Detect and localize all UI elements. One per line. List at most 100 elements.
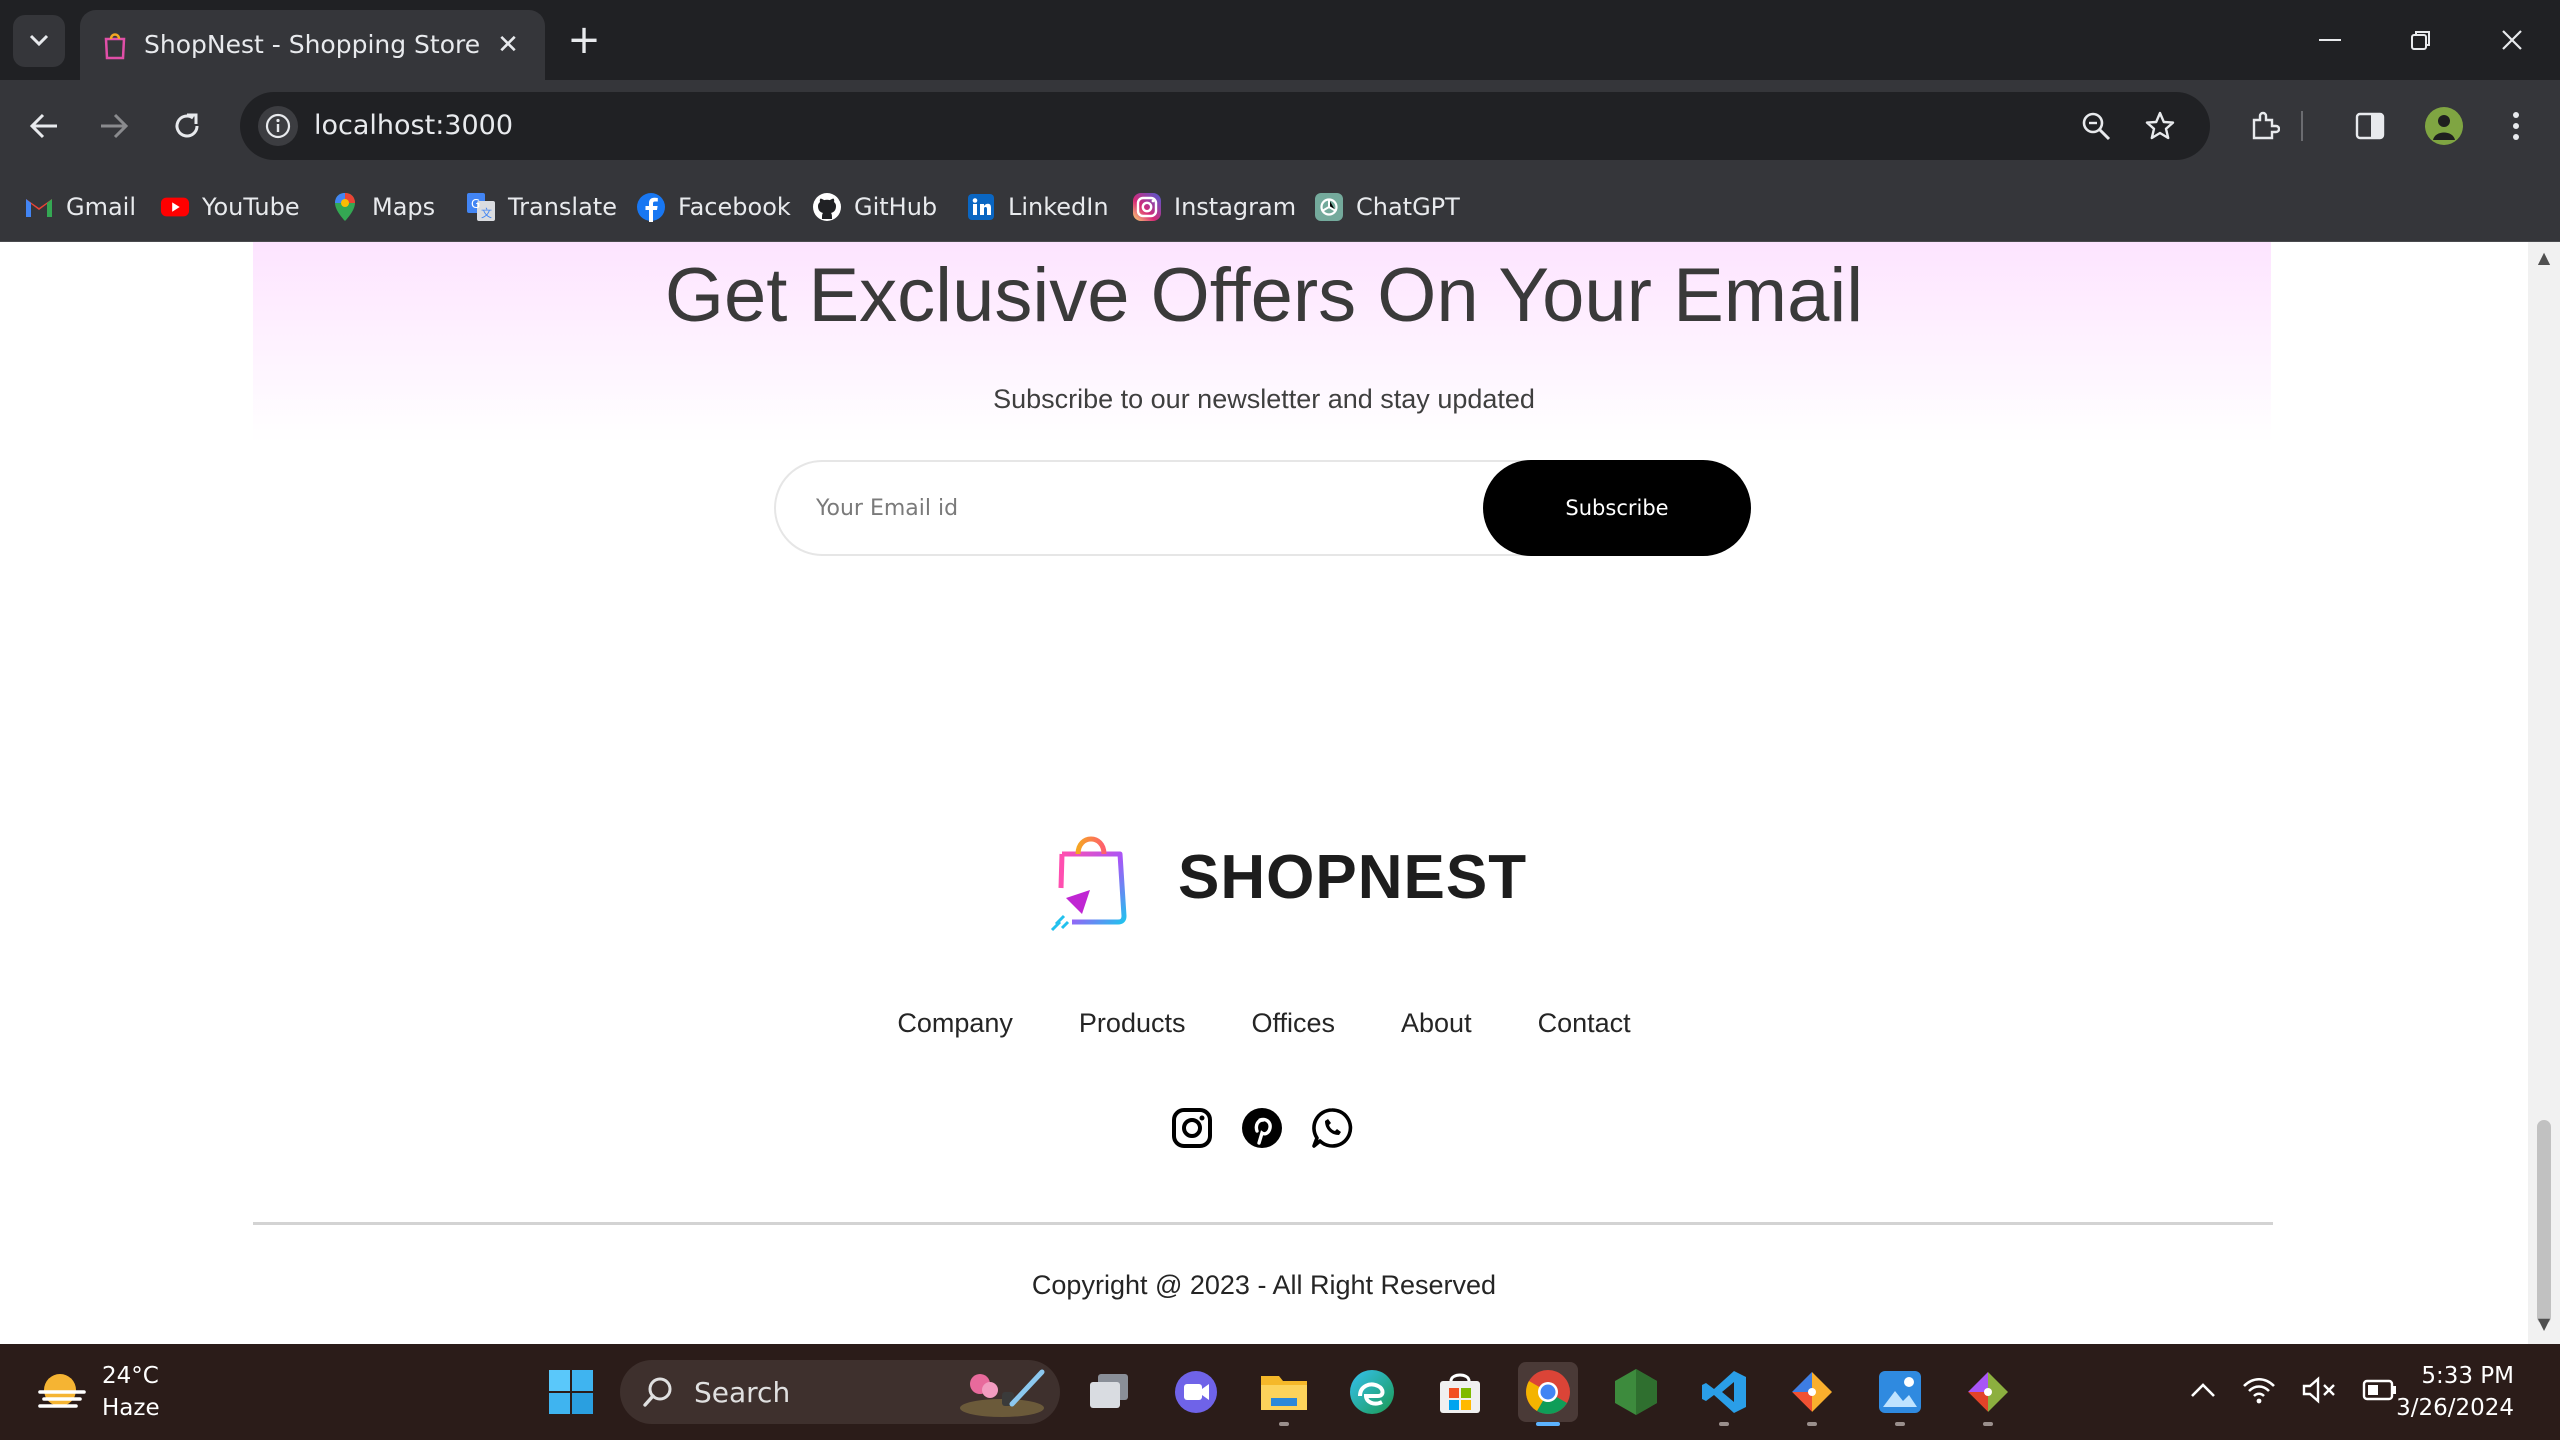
minimize-icon[interactable]	[2302, 14, 2358, 66]
site-info-icon[interactable]	[258, 106, 298, 146]
forward-icon[interactable]	[90, 102, 138, 150]
taskbar-search[interactable]: Search	[620, 1360, 1060, 1424]
bookmarks-bar: Gmail YouTube Maps G文 Translate Facebook…	[0, 172, 2560, 242]
wifi-icon[interactable]	[2242, 1376, 2276, 1408]
shopnest-favicon-icon	[104, 33, 126, 60]
reload-icon[interactable]	[163, 102, 211, 150]
svg-text:文: 文	[481, 206, 492, 220]
page-viewport: Get Exclusive Offers On Your Email Subsc…	[0, 242, 2528, 1344]
email-field[interactable]	[816, 462, 1456, 554]
task-view-icon[interactable]	[1080, 1362, 1140, 1422]
address-bar[interactable]: localhost:3000	[240, 92, 2210, 160]
taskbar-clock[interactable]: 5:33 PM 3/26/2024	[2396, 1360, 2514, 1424]
shopnest-logo-icon	[1050, 836, 1127, 932]
clock-date: 3/26/2024	[2396, 1395, 2514, 1421]
meet-icon[interactable]	[1166, 1362, 1226, 1422]
scroll-down-icon[interactable]: ▼	[2528, 1314, 2560, 1338]
volume-muted-icon[interactable]	[2302, 1376, 2336, 1408]
footer-divider	[253, 1222, 2273, 1225]
edge-icon[interactable]	[1342, 1362, 1402, 1422]
weather-temp: 24°C	[102, 1363, 159, 1389]
menu-kebab-icon[interactable]	[2492, 102, 2540, 150]
bookmark-label: ChatGPT	[1356, 193, 1460, 221]
bookmark-label: Translate	[508, 193, 617, 221]
zoom-icon[interactable]	[2076, 106, 2116, 146]
vscode-icon[interactable]	[1694, 1362, 1754, 1426]
bookmark-star-icon[interactable]	[2140, 106, 2180, 146]
restore-icon[interactable]	[2393, 14, 2449, 66]
start-icon[interactable]	[541, 1362, 601, 1422]
battery-icon[interactable]	[2362, 1379, 2398, 1405]
weather-widget[interactable]: 24°C Haze	[36, 1358, 160, 1426]
browser-toolbar: localhost:3000	[0, 80, 2560, 172]
footer-link-company[interactable]: Company	[897, 1008, 1013, 1039]
close-window-icon[interactable]	[2484, 14, 2540, 66]
pinterest-icon[interactable]	[1240, 1106, 1284, 1150]
url-text[interactable]: localhost:3000	[314, 92, 513, 160]
tray-overflow-icon[interactable]	[2190, 1382, 2216, 1402]
bookmark-label: GitHub	[854, 193, 938, 221]
footer-brand: SHOPNEST	[1178, 843, 1528, 912]
haze-sun-icon	[38, 1374, 86, 1408]
bookmark-label: Gmail	[66, 193, 137, 221]
translate-icon: G文	[466, 192, 496, 222]
chrome-icon[interactable]	[1518, 1362, 1578, 1426]
toolbar-separator	[2300, 102, 2304, 150]
bookmark-gmail[interactable]: Gmail	[24, 186, 136, 228]
photos-icon[interactable]	[1870, 1362, 1930, 1426]
svg-text:G: G	[471, 197, 480, 211]
maps-icon	[330, 192, 360, 222]
profile-avatar[interactable]	[2420, 102, 2468, 150]
new-tab-button[interactable]: +	[562, 18, 606, 62]
back-icon[interactable]	[20, 102, 68, 150]
bookmark-label: LinkedIn	[1008, 193, 1109, 221]
newsletter-title: Get Exclusive Offers On Your Email	[664, 253, 1864, 338]
scrollbar-thumb[interactable]	[2537, 1120, 2551, 1324]
footer-link-contact[interactable]: Contact	[1538, 1008, 1631, 1039]
tab-close-icon[interactable]: ✕	[493, 30, 523, 60]
bookmark-label: Facebook	[678, 193, 791, 221]
search-icon	[643, 1377, 672, 1407]
clock-time: 5:33 PM	[2421, 1363, 2514, 1389]
bookmark-facebook[interactable]: Facebook	[636, 186, 791, 228]
gmail-icon	[24, 192, 54, 222]
bookmark-translate[interactable]: G文 Translate	[466, 186, 617, 228]
linkedin-icon	[966, 192, 996, 222]
footer-link-products[interactable]: Products	[1079, 1008, 1186, 1039]
bookmark-instagram[interactable]: Instagram	[1132, 186, 1296, 228]
weather-desc: Haze	[102, 1395, 160, 1421]
scroll-up-icon[interactable]: ▲	[2528, 248, 2560, 272]
tab-strip: ShopNest - Shopping Store ✕ +	[0, 0, 2560, 80]
footer-link-offices[interactable]: Offices	[1251, 1008, 1335, 1039]
whatsapp-icon[interactable]	[1310, 1106, 1354, 1150]
bookmark-github[interactable]: GitHub	[812, 186, 937, 228]
bookmark-chatgpt[interactable]: ChatGPT	[1314, 186, 1460, 228]
bookmark-linkedin[interactable]: LinkedIn	[966, 186, 1109, 228]
nodejs-icon[interactable]	[1606, 1362, 1666, 1422]
bookmark-youtube[interactable]: YouTube	[160, 186, 300, 228]
windows-taskbar: 24°C Haze Search 5:33 PM 3/26/2024	[0, 1344, 2560, 1440]
tab-search-button[interactable]	[13, 15, 65, 67]
file-explorer-icon[interactable]	[1254, 1362, 1314, 1426]
youtube-icon	[160, 192, 190, 222]
footer-social	[1170, 1106, 1354, 1150]
page-scrollbar[interactable]: ▲ ▼	[2528, 242, 2560, 1344]
github-icon	[812, 192, 842, 222]
bookmark-label: YouTube	[202, 193, 300, 221]
newsletter-subtitle: Subscribe to our newsletter and stay upd…	[993, 384, 1535, 414]
browser-tab-active[interactable]: ShopNest - Shopping Store ✕	[80, 10, 545, 80]
bookmark-maps[interactable]: Maps	[330, 186, 435, 228]
taskbar-search-label: Search	[694, 1375, 791, 1409]
git-icon[interactable]	[1782, 1362, 1842, 1426]
footer-nav: Company Products Offices About Contact	[0, 1008, 2528, 1039]
side-panel-icon[interactable]	[2346, 102, 2394, 150]
bookmark-label: Instagram	[1174, 193, 1297, 221]
tab-title: ShopNest - Shopping Store	[144, 30, 481, 59]
facebook-icon	[636, 192, 666, 222]
git-gui-icon[interactable]	[1958, 1362, 2018, 1426]
subscribe-button[interactable]: Subscribe	[1483, 460, 1751, 556]
extensions-icon[interactable]	[2240, 102, 2288, 150]
footer-link-about[interactable]: About	[1401, 1008, 1472, 1039]
instagram-icon[interactable]	[1170, 1106, 1214, 1150]
store-icon[interactable]	[1430, 1362, 1490, 1422]
